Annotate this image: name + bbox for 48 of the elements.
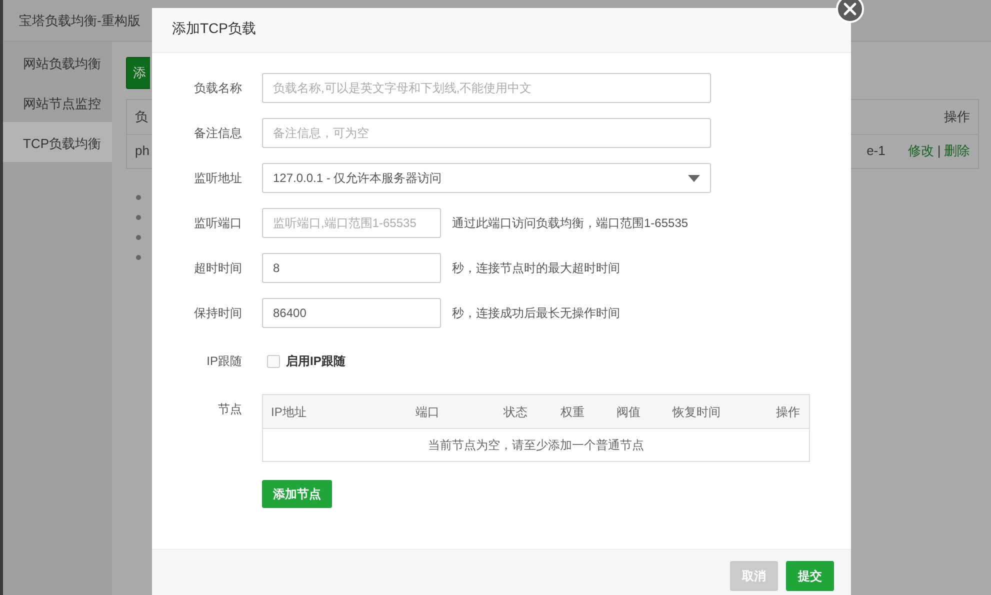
add-button[interactable]: 添: [126, 57, 150, 88]
field-label: 超时时间: [193, 260, 243, 277]
dropdown-caret-icon: [688, 174, 700, 182]
field-label: 节点: [217, 401, 243, 418]
sidebar-item[interactable]: TCP负载均衡: [3, 122, 112, 162]
column-header: 权重: [552, 394, 608, 428]
column-header: 操作: [760, 394, 810, 428]
select-field[interactable]: 127.0.0.1 - 仅允许本服务器访问: [262, 163, 711, 193]
hint-text: 通过此端口访问负载均衡，端口范围1-65535: [452, 215, 688, 232]
field-label: IP跟随: [206, 353, 243, 370]
hint-text: 秒，连接节点时的最大超时时间: [452, 260, 620, 277]
input-field[interactable]: 86400: [262, 298, 441, 328]
checkbox[interactable]: [267, 354, 280, 368]
field-label: 备注信息: [193, 125, 243, 142]
add-node-button[interactable]: 添加节点: [262, 480, 332, 508]
column-header: 端口: [408, 394, 496, 428]
column-header: IP地址: [262, 394, 408, 428]
field-label: 负载名称: [193, 80, 243, 97]
separator: |: [937, 142, 941, 160]
column-header: 状态: [496, 394, 552, 428]
submit-button[interactable]: 提交: [786, 561, 834, 591]
action-link[interactable]: 删除: [944, 141, 970, 161]
table-cell-text: e-1: [866, 142, 886, 160]
close-button[interactable]: [835, 0, 865, 24]
field-label: 监听端口: [193, 215, 243, 232]
input-field[interactable]: 备注信息，可为空: [262, 118, 711, 148]
bullet-icon: [136, 234, 141, 240]
dialog-title: 添加TCP负载: [152, 8, 851, 53]
column-header: 阀值: [608, 394, 664, 428]
select-value: 127.0.0.1 - 仅允许本服务器访问: [273, 170, 442, 187]
field-label: 保持时间: [193, 305, 243, 322]
table-header: 负: [135, 108, 148, 126]
table-header: 操作: [944, 108, 970, 126]
sidebar-item[interactable]: 网站负载均衡: [3, 42, 112, 82]
input-field[interactable]: 8: [262, 253, 441, 283]
empty-message: 当前节点为空，请至少添加一个普通节点: [262, 428, 810, 462]
bullet-icon: [136, 254, 141, 260]
sidebar-item[interactable]: 网站节点监控: [3, 82, 112, 122]
input-field[interactable]: 负载名称,可以是英文字母和下划线,不能使用中文: [262, 73, 711, 103]
input-field[interactable]: 监听端口,端口范围1-65535: [262, 208, 441, 238]
table-cell-text: ph: [135, 142, 150, 160]
bullet-icon: [136, 214, 141, 220]
field-label: 监听地址: [193, 170, 243, 187]
column-header: 恢复时间: [664, 394, 760, 428]
checkbox-label: 启用IP跟随: [286, 353, 346, 370]
bullet-icon: [136, 194, 141, 200]
action-link[interactable]: 修改: [908, 141, 934, 161]
hint-text: 秒，连接成功后最长无操作时间: [452, 305, 620, 322]
